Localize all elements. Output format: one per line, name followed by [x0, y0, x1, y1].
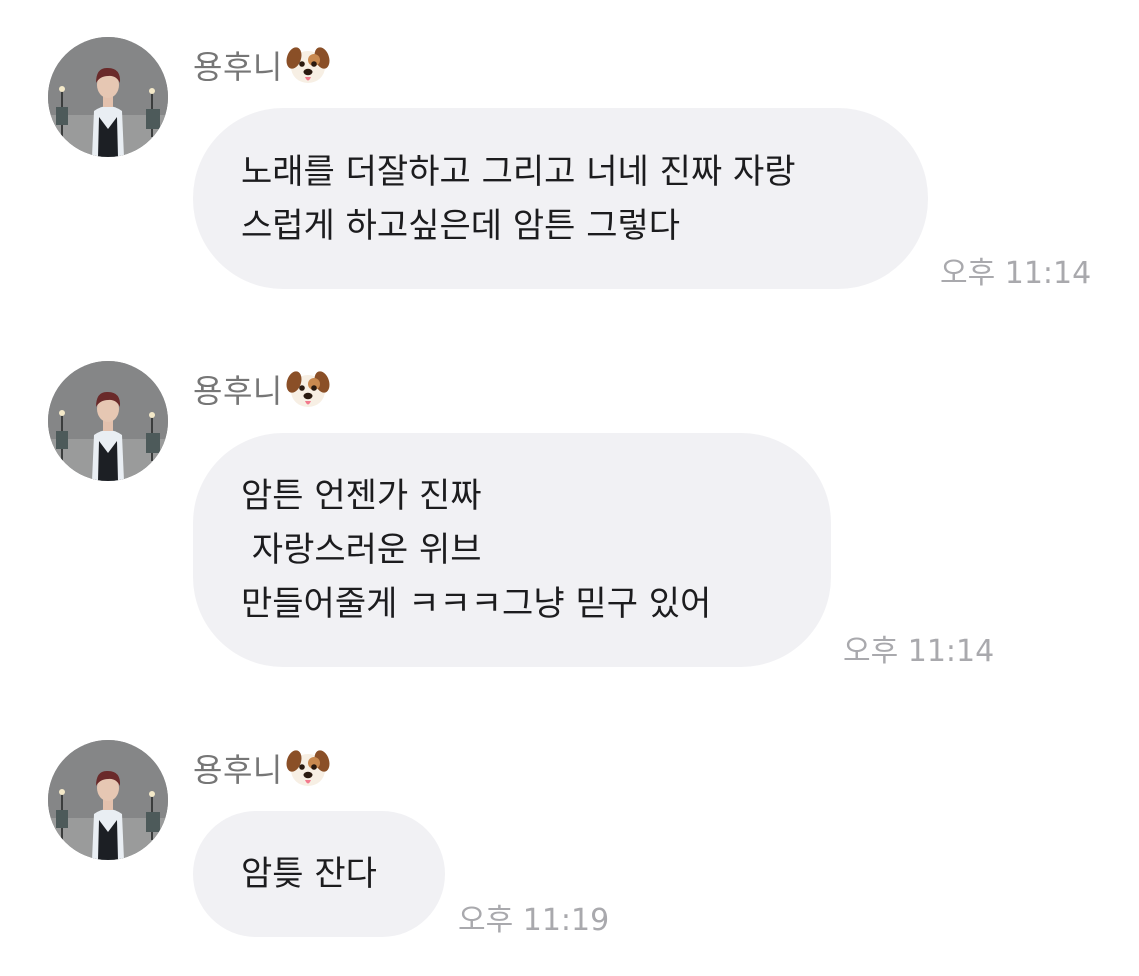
message-line: 만들어줄게 ㅋㅋㅋ그냥 믿구 있어: [241, 584, 712, 624]
sender-name: 용후니: [193, 366, 331, 412]
message-line: 스럽게 하고싶은데 암튼 그렇다: [241, 205, 681, 246]
message-bubble[interactable]: 암튼 언젠가 진짜 자랑스러운 위브 만들어줄게 ㅋㅋㅋ그냥 믿구 있어: [193, 433, 831, 667]
message-line: 노래를 더잘하고 그리고 너네 진짜 자랑: [241, 151, 796, 192]
message-bubble[interactable]: 노래를 더잘하고 그리고 너네 진짜 자랑 스럽게 하고싶은데 암튼 그렇다: [193, 108, 928, 289]
message-bubble[interactable]: 암틎 잔다: [193, 811, 445, 937]
message-time: 오후 11:14: [843, 634, 995, 669]
dog-face-icon: [285, 366, 331, 412]
avatar[interactable]: [48, 740, 168, 860]
sender-name: 용후니: [193, 745, 331, 791]
message-line: 암틎 잔다: [241, 854, 377, 894]
sender-name-label: 용후니: [193, 751, 283, 789]
sender-name-label: 용후니: [193, 48, 283, 86]
avatar[interactable]: [48, 361, 168, 481]
message-time: 오후 11:19: [458, 903, 610, 938]
message-time: 오후 11:14: [940, 256, 1092, 291]
sender-name: 용후니: [193, 42, 331, 88]
dog-face-icon: [285, 42, 331, 88]
message-line: 자랑스러운 위브: [241, 530, 482, 570]
message-line: 암튼 언젠가 진짜: [241, 476, 482, 516]
dog-face-icon: [285, 745, 331, 791]
sender-name-label: 용후니: [193, 372, 283, 410]
avatar[interactable]: [48, 37, 168, 157]
